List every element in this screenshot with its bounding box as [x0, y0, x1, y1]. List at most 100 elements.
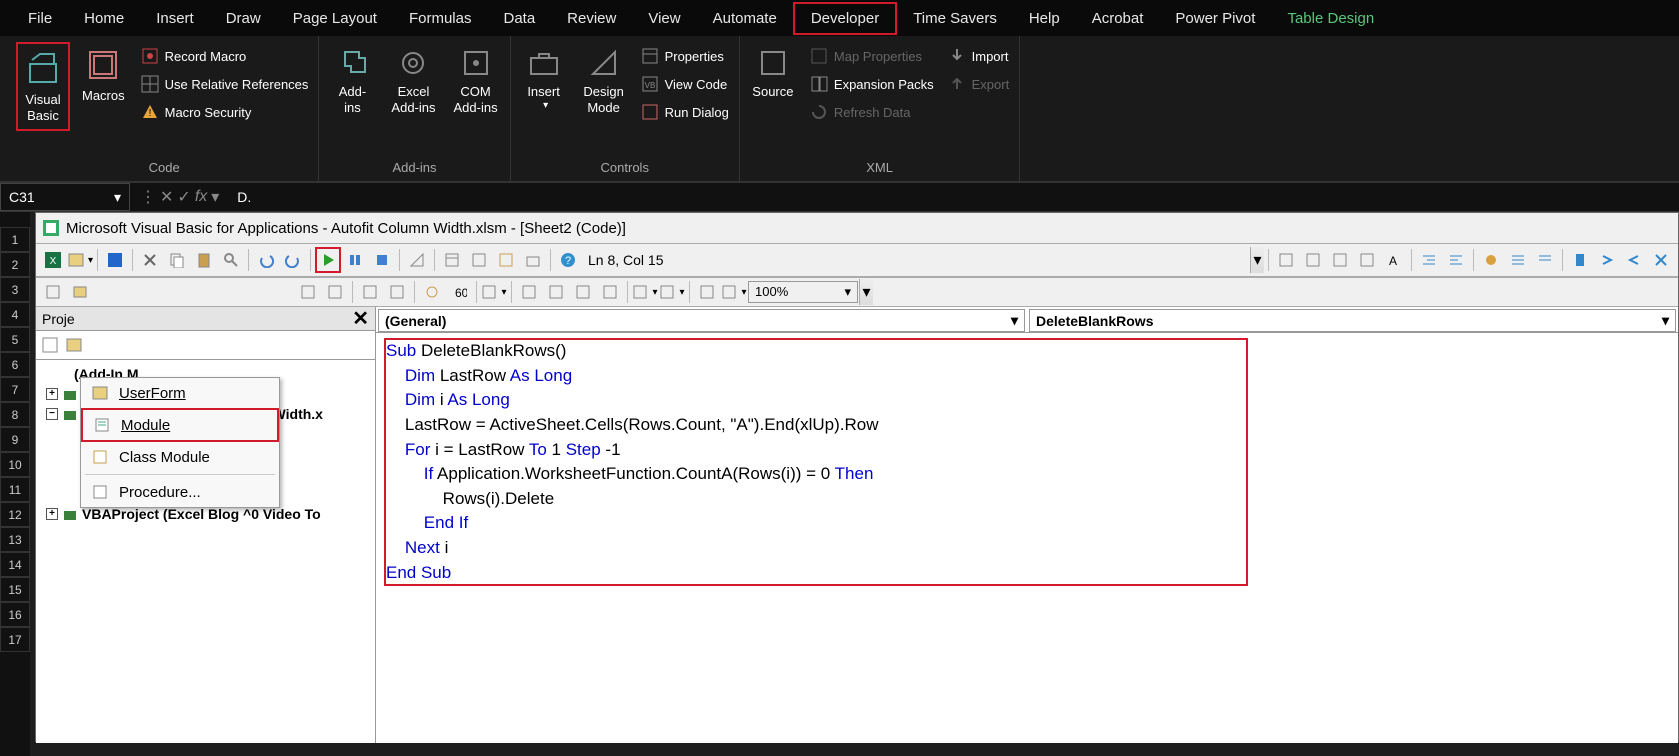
save-button[interactable]	[102, 247, 128, 273]
redo-button[interactable]	[280, 247, 306, 273]
menu-item-procedure[interactable]: Procedure...	[81, 477, 279, 507]
design-mode-button[interactable]: Design Mode	[577, 40, 631, 121]
expand-icon[interactable]: +	[46, 388, 58, 400]
tb2-btn[interactable]: 60	[446, 279, 472, 305]
menu-view[interactable]: View	[632, 4, 696, 33]
expand-icon[interactable]: +	[46, 508, 58, 520]
insert-dropdown-button[interactable]: ▾	[67, 247, 93, 273]
com-addins-button[interactable]: COM Add-ins	[448, 40, 504, 121]
row-header[interactable]: 8	[0, 402, 30, 427]
paste-button[interactable]	[191, 247, 217, 273]
close-icon[interactable]: ✕	[352, 306, 369, 331]
menu-help[interactable]: Help	[1013, 4, 1076, 33]
select-all-corner[interactable]	[0, 212, 30, 227]
row-header[interactable]: 12	[0, 502, 30, 527]
help-button[interactable]: ?	[555, 247, 581, 273]
properties-window-button[interactable]	[466, 247, 492, 273]
tb2-btn[interactable]: ▾	[632, 279, 658, 305]
tb2-btn[interactable]: ▾	[481, 279, 507, 305]
view-excel-button[interactable]: X	[40, 247, 66, 273]
reset-button[interactable]	[369, 247, 395, 273]
project-explorer-button[interactable]	[439, 247, 465, 273]
outdent-button[interactable]	[1443, 247, 1469, 273]
row-header[interactable]: 5	[0, 327, 30, 352]
tb-btn[interactable]	[1354, 247, 1380, 273]
map-properties-button[interactable]: Map Properties	[806, 44, 938, 68]
menu-draw[interactable]: Draw	[210, 4, 277, 33]
addins-button[interactable]: Add- ins	[325, 40, 379, 121]
use-relative-references-button[interactable]: Use Relative References	[137, 72, 313, 96]
menu-acrobat[interactable]: Acrobat	[1076, 4, 1160, 33]
excel-addins-button[interactable]: Excel Add-ins	[385, 40, 441, 121]
code-editor[interactable]: Sub DeleteBlankRows() Dim LastRow As Lon…	[376, 333, 1678, 743]
name-box[interactable]: C31 ▾	[0, 183, 130, 211]
tb2-btn[interactable]	[419, 279, 445, 305]
tb2-btn[interactable]	[694, 279, 720, 305]
tb-btn[interactable]	[1273, 247, 1299, 273]
record-macro-button[interactable]: Record Macro	[137, 44, 313, 68]
view-code-button[interactable]: VB View Code	[637, 72, 733, 96]
row-header[interactable]: 6	[0, 352, 30, 377]
design-mode-button[interactable]	[404, 247, 430, 273]
clear-bookmarks-button[interactable]	[1648, 247, 1674, 273]
object-dropdown[interactable]: (General) ▾	[378, 309, 1025, 332]
macro-security-button[interactable]: ! Macro Security	[137, 100, 313, 124]
row-header[interactable]: 3	[0, 277, 30, 302]
macros-button[interactable]: Macros	[76, 40, 131, 110]
tb2-btn[interactable]	[597, 279, 623, 305]
menu-data[interactable]: Data	[487, 4, 551, 33]
vbe-title-bar[interactable]: Microsoft Visual Basic for Applications …	[36, 213, 1678, 243]
tb2-btn[interactable]	[516, 279, 542, 305]
menu-power-pivot[interactable]: Power Pivot	[1159, 4, 1271, 33]
tb2-btn[interactable]	[295, 279, 321, 305]
tb2-btn[interactable]: ▾	[659, 279, 685, 305]
comment-block-button[interactable]	[1505, 247, 1531, 273]
row-header[interactable]: 4	[0, 302, 30, 327]
menu-file[interactable]: File	[12, 4, 68, 33]
row-header[interactable]: 10	[0, 452, 30, 477]
menu-item-module[interactable]: Module	[81, 408, 279, 442]
view-code-icon[interactable]	[39, 334, 61, 356]
tb2-btn[interactable]	[322, 279, 348, 305]
toolbox-button[interactable]	[520, 247, 546, 273]
toolbar-overflow[interactable]: ▾	[1250, 247, 1264, 273]
indent-button[interactable]	[1416, 247, 1442, 273]
row-header[interactable]: 16	[0, 602, 30, 627]
row-header[interactable]: 13	[0, 527, 30, 552]
tb2-btn[interactable]	[543, 279, 569, 305]
source-button[interactable]: Source	[746, 40, 800, 106]
row-header[interactable]: 15	[0, 577, 30, 602]
menu-review[interactable]: Review	[551, 4, 632, 33]
menu-table-design[interactable]: Table Design	[1271, 4, 1390, 33]
uncomment-block-button[interactable]	[1532, 247, 1558, 273]
formula-input[interactable]: D.	[229, 189, 1679, 205]
export-button[interactable]: Export	[944, 72, 1014, 96]
menu-page-layout[interactable]: Page Layout	[277, 4, 393, 33]
toolbar-overflow[interactable]: ▾	[859, 279, 873, 305]
view-object-icon[interactable]	[63, 334, 85, 356]
tb2-btn[interactable]	[357, 279, 383, 305]
collapse-icon[interactable]: −	[46, 408, 58, 420]
cancel-icon[interactable]: ✕	[160, 187, 173, 207]
run-button[interactable]	[315, 247, 341, 273]
zoom-dropdown[interactable]: 100%▾	[748, 281, 858, 303]
properties-button[interactable]: Properties	[637, 44, 733, 68]
find-button[interactable]	[218, 247, 244, 273]
menu-formulas[interactable]: Formulas	[393, 4, 488, 33]
menu-item-userform[interactable]: UserForm	[81, 378, 279, 408]
row-header[interactable]: 14	[0, 552, 30, 577]
row-header[interactable]: 1	[0, 227, 30, 252]
tb2-btn[interactable]: ▾	[721, 279, 747, 305]
expansion-packs-button[interactable]: Expansion Packs	[806, 72, 938, 96]
undo-button[interactable]	[253, 247, 279, 273]
menu-time-savers[interactable]: Time Savers	[897, 4, 1013, 33]
menu-developer[interactable]: Developer	[793, 2, 897, 35]
tb2-btn[interactable]	[570, 279, 596, 305]
chevron-down-icon[interactable]: ▾	[211, 187, 219, 207]
row-header[interactable]: 17	[0, 627, 30, 652]
prev-bookmark-button[interactable]	[1621, 247, 1647, 273]
tb2-btn[interactable]	[40, 279, 66, 305]
run-dialog-button[interactable]: Run Dialog	[637, 100, 733, 124]
bookmark-button[interactable]	[1567, 247, 1593, 273]
refresh-data-button[interactable]: Refresh Data	[806, 100, 938, 124]
